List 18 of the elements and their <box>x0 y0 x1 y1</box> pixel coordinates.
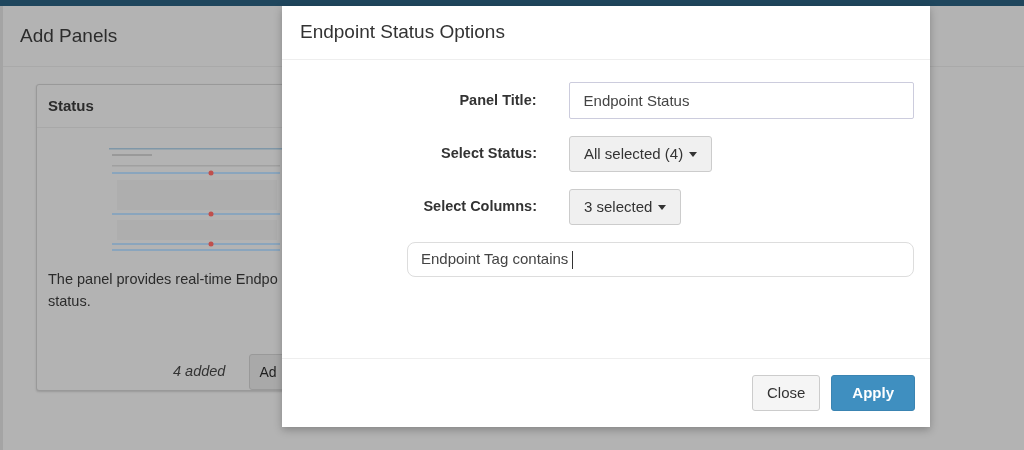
close-button[interactable]: Close <box>751 375 821 411</box>
dropdown-button[interactable]: 3 selected <box>569 189 682 225</box>
filter-field[interactable]: Endpoint Tag contains <box>407 242 914 277</box>
dropdown-button[interactable]: All selected (4) <box>569 136 713 172</box>
card-title: Status <box>48 95 94 116</box>
title-field[interactable]: Endpoint Status <box>568 82 914 119</box>
caret-icon <box>658 204 667 210</box>
description-text: The panel provides real-time Endpo <box>48 270 279 289</box>
added-count: 4 added <box>173 362 226 382</box>
text-cursor <box>572 250 574 269</box>
modal-title: Endpoint Status Options <box>300 20 505 45</box>
field-label: Panel Title: <box>458 90 537 110</box>
field-label: Select Status: <box>440 144 537 164</box>
field-label: Select Columns: <box>422 197 537 217</box>
dialog-title: Add Panels <box>20 23 118 48</box>
apply-button[interactable]: Apply <box>831 375 915 411</box>
caret-icon <box>689 151 698 157</box>
description-text: status. <box>48 292 92 311</box>
